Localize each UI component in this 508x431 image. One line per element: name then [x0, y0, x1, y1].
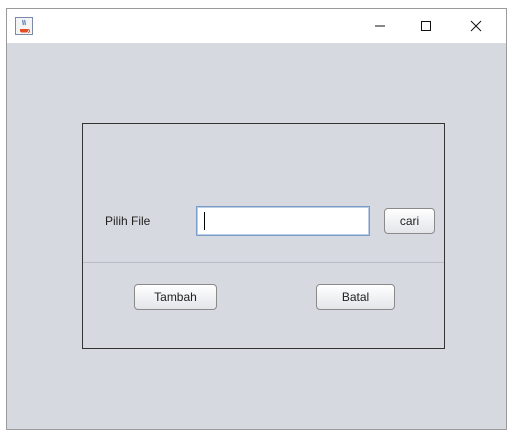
java-cup-icon: [15, 17, 33, 35]
maximize-icon: [421, 21, 431, 31]
application-window: Pilih File cari Tambah Batal: [6, 8, 507, 430]
minimize-button[interactable]: [357, 9, 403, 43]
title-bar[interactable]: [7, 9, 506, 43]
form-panel: Pilih File cari Tambah Batal: [82, 123, 445, 349]
add-button[interactable]: Tambah: [134, 284, 217, 310]
pilih-file-label: Pilih File: [105, 214, 151, 228]
minimize-icon: [375, 25, 385, 27]
maximize-button[interactable]: [403, 9, 449, 43]
file-path-input[interactable]: [196, 206, 370, 236]
close-button[interactable]: [453, 9, 499, 43]
cancel-button[interactable]: Batal: [316, 284, 395, 310]
browse-button[interactable]: cari: [384, 208, 435, 234]
window-content: Pilih File cari Tambah Batal: [7, 43, 506, 429]
close-icon: [470, 20, 482, 32]
text-caret: [204, 212, 205, 230]
divider: [83, 262, 444, 263]
